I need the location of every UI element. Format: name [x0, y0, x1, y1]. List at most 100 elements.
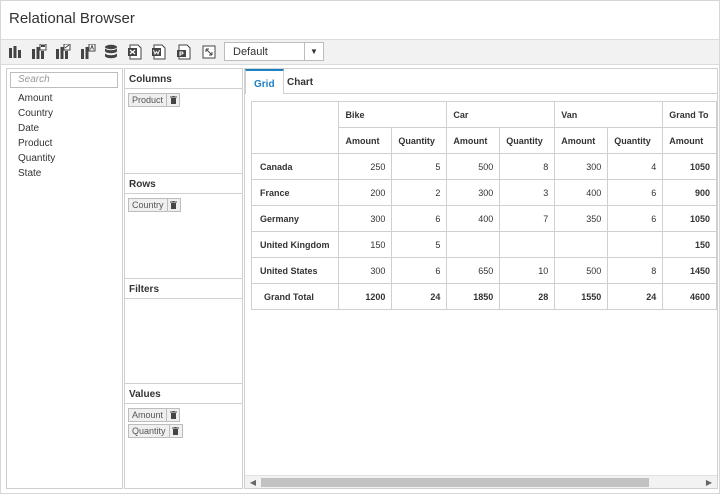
columns-axis: Columns Product	[125, 69, 242, 107]
report-dropdown[interactable]: Default ▼	[224, 42, 324, 61]
measure-header: Amount	[338, 127, 393, 154]
trash-icon[interactable]	[166, 409, 179, 421]
measure-header: Amount	[554, 127, 609, 154]
measure-header: Quantity	[499, 127, 556, 154]
value-cell: 6	[391, 257, 448, 284]
export-excel-icon[interactable]	[126, 43, 144, 61]
value-cell: 6	[607, 179, 664, 206]
table-row: Germany 300 6 400 7 350 6 1050	[251, 205, 717, 232]
value-cell: 300	[554, 153, 609, 180]
values-chip-amount[interactable]: Amount	[128, 408, 181, 422]
grand-total-cell: 900	[662, 179, 717, 206]
total-cell: 1200	[338, 283, 393, 310]
report-panel: Grid Chart Bike Car Van Grand To Amount …	[244, 68, 718, 489]
value-cell: 5	[391, 231, 448, 258]
value-cell: 7	[499, 205, 556, 232]
column-header-product[interactable]: Bike	[338, 101, 448, 128]
field-search-input[interactable]: Search	[10, 72, 118, 88]
value-cell: 400	[554, 179, 609, 206]
value-cell	[554, 231, 609, 258]
table-row: Canada 250 5 500 8 300 4 1050	[251, 153, 717, 180]
value-cell: 200	[338, 179, 393, 206]
grand-total-cell: 1450	[662, 257, 717, 284]
value-cell: 300	[338, 257, 393, 284]
row-header[interactable]: France	[251, 179, 340, 206]
row-header[interactable]: United States	[251, 257, 340, 284]
rename-report-icon[interactable]	[79, 43, 97, 61]
values-axis-header: Values	[125, 384, 242, 404]
trash-icon[interactable]	[168, 425, 182, 437]
chevron-down-icon[interactable]: ▼	[304, 43, 323, 60]
value-cell	[607, 231, 664, 258]
grand-total-cell: 150	[662, 231, 717, 258]
grand-total-cell: 1050	[662, 153, 717, 180]
value-cell: 300	[446, 179, 501, 206]
export-pdf-icon[interactable]	[175, 43, 193, 61]
mdx-query-icon[interactable]	[102, 43, 120, 61]
scroll-left-icon[interactable]: ◀	[247, 477, 259, 488]
measure-header: Amount	[662, 127, 717, 154]
field-item-quantity[interactable]: Quantity	[18, 153, 55, 164]
view-tabs: Grid Chart	[245, 69, 717, 94]
field-item-country[interactable]: Country	[18, 108, 53, 119]
new-report-icon[interactable]	[6, 43, 24, 61]
value-cell: 4	[607, 153, 664, 180]
scroll-right-icon[interactable]: ▶	[703, 477, 715, 488]
row-header[interactable]: Germany	[251, 205, 340, 232]
measure-header: Quantity	[607, 127, 664, 154]
columns-chip-product[interactable]: Product	[128, 93, 181, 107]
column-header-product[interactable]: Car	[446, 101, 556, 128]
field-list-panel: Search Amount Country Date Product Quant…	[6, 68, 123, 489]
table-row: France 200 2 300 3 400 6 900	[251, 179, 717, 206]
filters-axis-header: Filters	[125, 279, 242, 299]
grand-total-row-header[interactable]: Grand Total	[251, 283, 340, 310]
total-cell: 28	[499, 283, 556, 310]
value-cell: 150	[338, 231, 393, 258]
value-cell: 6	[391, 205, 448, 232]
trash-icon[interactable]	[166, 94, 179, 106]
values-chip-quantity[interactable]: Quantity	[128, 424, 183, 438]
value-cell: 10	[499, 257, 556, 284]
chip-label: Country	[132, 200, 164, 210]
row-header[interactable]: United Kingdom	[251, 231, 340, 258]
scrollbar-thumb[interactable]	[261, 478, 649, 487]
values-axis: Values Amount Quantity	[125, 384, 242, 438]
tab-chart[interactable]: Chart	[279, 69, 321, 92]
rows-chip-country[interactable]: Country	[128, 198, 181, 212]
save-report-icon[interactable]	[30, 43, 48, 61]
field-item-product[interactable]: Product	[18, 138, 52, 149]
rows-axis: Rows Country	[125, 174, 242, 212]
field-item-state[interactable]: State	[18, 168, 41, 179]
value-cell: 250	[338, 153, 393, 180]
total-cell: 24	[391, 283, 448, 310]
fullscreen-icon[interactable]	[200, 43, 218, 61]
app-title: Relational Browser	[9, 10, 135, 27]
value-cell: 350	[554, 205, 609, 232]
tab-grid[interactable]: Grid	[245, 69, 284, 94]
save-as-icon[interactable]	[54, 43, 72, 61]
report-dropdown-value: Default	[233, 46, 268, 58]
value-cell: 300	[338, 205, 393, 232]
field-item-amount[interactable]: Amount	[18, 93, 52, 104]
value-cell: 3	[499, 179, 556, 206]
value-cell: 650	[446, 257, 501, 284]
value-cell: 5	[391, 153, 448, 180]
rows-axis-header: Rows	[125, 174, 242, 194]
grand-total-cell: 4600	[662, 283, 717, 310]
horizontal-scrollbar[interactable]: ◀ ▶	[245, 475, 717, 488]
column-header-grand-total[interactable]: Grand To	[662, 101, 717, 128]
field-item-date[interactable]: Date	[18, 123, 39, 134]
trash-icon[interactable]	[166, 199, 180, 211]
value-cell: 8	[607, 257, 664, 284]
grand-total-cell: 1050	[662, 205, 717, 232]
row-header[interactable]: Canada	[251, 153, 340, 180]
export-word-icon[interactable]	[150, 43, 168, 61]
value-cell: 2	[391, 179, 448, 206]
value-cell	[499, 231, 556, 258]
grand-total-row: Grand Total 1200 24 1850 28 1550 24 4600	[251, 283, 717, 310]
total-cell: 1550	[554, 283, 609, 310]
total-cell: 1850	[446, 283, 501, 310]
value-cell: 500	[554, 257, 609, 284]
column-header-product[interactable]: Van	[554, 101, 664, 128]
table-row: United States 300 6 650 10 500 8 1450	[251, 257, 717, 284]
